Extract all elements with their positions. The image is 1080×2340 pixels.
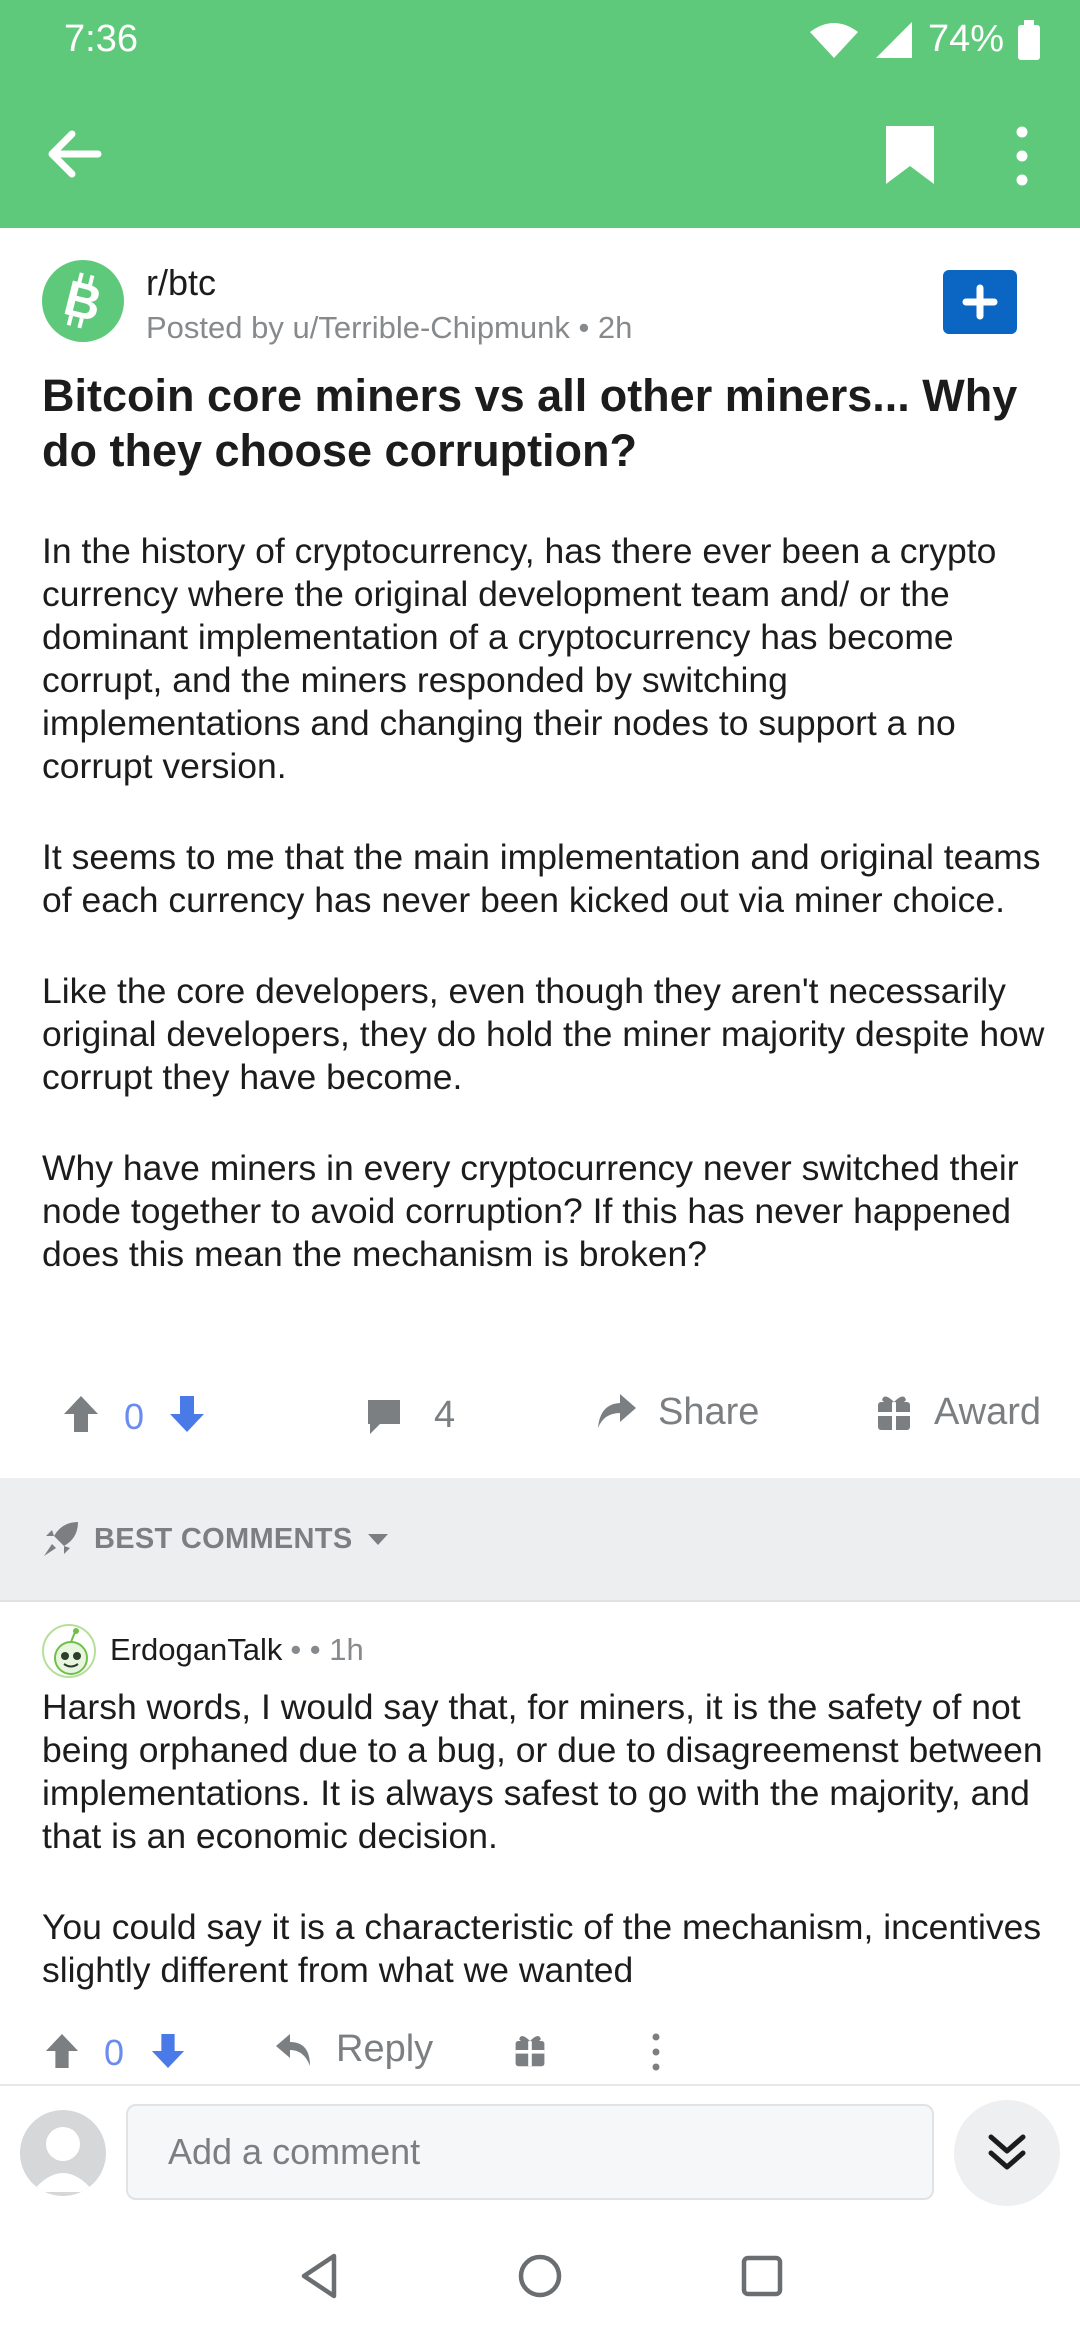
nav-recents-icon[interactable] xyxy=(732,2246,792,2306)
comment-paragraph: Harsh words, I would say that, for miner… xyxy=(42,1687,1043,1856)
collapse-comments-button[interactable] xyxy=(954,2100,1060,2206)
comment-author[interactable]: ErdoganTalk xyxy=(110,1632,282,1667)
post-score: 0 xyxy=(124,1396,145,1437)
post-paragraph: Why have miners in every cryptocurrency … xyxy=(42,1148,1019,1274)
comment-paragraph: You could say it is a characteristic of … xyxy=(42,1907,1042,1990)
comment-sort-bar: BEST COMMENTS xyxy=(0,1478,1080,1602)
reply-arrow-icon xyxy=(276,2033,310,2066)
comment-author-line: ErdoganTalk • • 1h xyxy=(110,1632,364,1668)
comment-meta: • • 1h xyxy=(290,1632,364,1667)
nav-back-icon[interactable] xyxy=(290,2246,350,2306)
post-paragraph: It seems to me that the main implementat… xyxy=(42,837,1041,920)
gift-icon[interactable] xyxy=(512,2030,548,2070)
more-vertical-icon[interactable] xyxy=(648,2032,664,2072)
downvote-icon[interactable] xyxy=(150,2032,186,2070)
commenter-avatar[interactable] xyxy=(42,1624,96,1678)
default-user-icon xyxy=(32,2127,94,2192)
sort-label: BEST COMMENTS xyxy=(94,1522,353,1555)
add-comment-input[interactable] xyxy=(126,2104,934,2200)
app-bar: 7:36 74% xyxy=(0,0,1080,228)
gift-icon xyxy=(878,1396,910,1430)
status-time: 7:36 xyxy=(64,18,138,60)
share-arrow-icon xyxy=(598,1394,636,1428)
nav-home-icon[interactable] xyxy=(510,2246,570,2306)
system-nav-bar xyxy=(0,2214,1080,2340)
post-paragraph: In the history of cryptocurrency, has th… xyxy=(42,531,997,786)
back-arrow-icon[interactable] xyxy=(40,120,108,188)
award-button[interactable]: Award xyxy=(874,1390,1041,1434)
post-paragraph: Like the core developers, even though th… xyxy=(42,971,1045,1097)
reply-label: Reply xyxy=(336,2028,434,2070)
post-title: Bitcoin core miners vs all other miners.… xyxy=(42,370,1018,476)
post-body: In the history of cryptocurrency, has th… xyxy=(42,530,1052,1324)
share-button[interactable]: Share xyxy=(594,1390,759,1434)
post-action-bar: 0 4 Share Award xyxy=(0,1378,1080,1452)
upvote-icon[interactable] xyxy=(62,1394,100,1434)
reply-button[interactable]: Reply xyxy=(274,2028,433,2071)
award-label: Award xyxy=(934,1390,1042,1433)
comment-composer xyxy=(0,2084,1080,2214)
join-button[interactable] xyxy=(943,270,1017,334)
comment-score: 0 xyxy=(104,2032,125,2073)
plus-icon xyxy=(962,284,998,320)
comment-action-bar: 0 Reply xyxy=(0,2022,1080,2086)
more-vertical-icon[interactable] xyxy=(1006,124,1038,188)
comments-count: 4 xyxy=(434,1394,456,1436)
comment-body: Harsh words, I would say that, for miner… xyxy=(42,1686,1052,2040)
share-label: Share xyxy=(658,1390,760,1433)
signal-icon xyxy=(875,21,912,58)
comment-bubble-icon xyxy=(368,1399,400,1434)
status-icons: 74% xyxy=(808,18,1040,61)
double-chevron-down-icon xyxy=(988,2134,1026,2170)
comments-button[interactable]: 4 xyxy=(364,1394,455,1437)
sort-dropdown[interactable]: BEST COMMENTS xyxy=(42,1520,390,1558)
snoo-avatar-icon xyxy=(54,1628,88,1675)
bookmark-icon[interactable] xyxy=(882,122,938,188)
upvote-icon[interactable] xyxy=(44,2032,80,2070)
svg-text:B: B xyxy=(59,269,108,332)
subreddit-name[interactable]: r/btc xyxy=(146,262,216,304)
downvote-icon[interactable] xyxy=(168,1394,206,1434)
rocket-icon xyxy=(44,1522,78,1556)
post-meta[interactable]: Posted by u/Terrible-Chipmunk • 2h xyxy=(146,310,632,346)
subreddit-avatar[interactable]: B xyxy=(42,260,124,342)
bitcoin-logo-icon: B xyxy=(59,269,108,332)
wifi-icon xyxy=(809,22,858,58)
battery-icon xyxy=(1018,19,1040,60)
chevron-down-icon xyxy=(368,1534,389,1545)
user-avatar[interactable] xyxy=(20,2110,106,2196)
battery-percent: 74% xyxy=(927,18,1004,60)
